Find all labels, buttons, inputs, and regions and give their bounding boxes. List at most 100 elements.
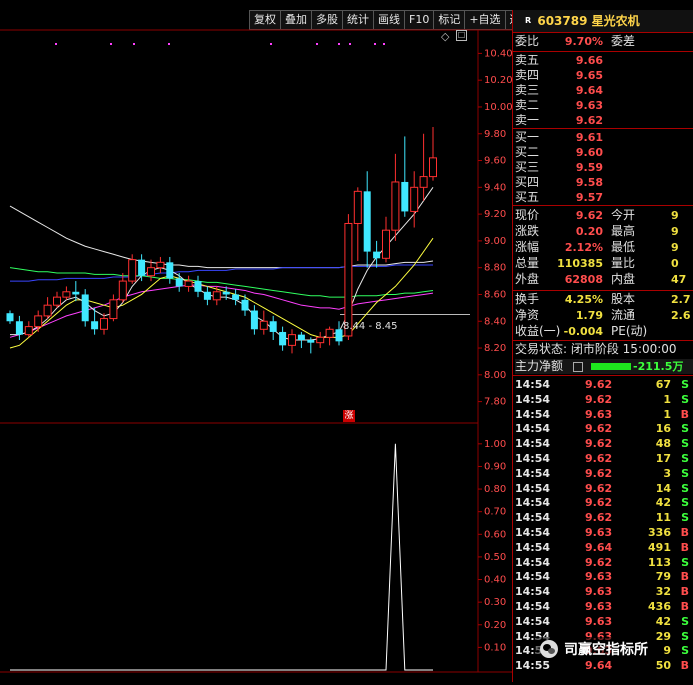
tick-volume: 9	[663, 644, 671, 658]
tick-side: S	[681, 511, 689, 525]
candle-body	[203, 291, 211, 300]
bids-label: 买五	[515, 190, 540, 204]
y-tick-label: 8.40	[484, 316, 506, 327]
stat-row: 换手 4.25% 股本 2.7	[515, 292, 693, 307]
bids-label: 买二	[515, 145, 540, 159]
candle-body	[335, 329, 343, 342]
stat-value-2: 47	[671, 273, 687, 286]
sub-tick-label: 0.40	[484, 575, 506, 586]
weibi-row: 委比 9.70% 委差	[515, 34, 693, 49]
stat-value-2: 9	[671, 241, 679, 254]
tick-side: B	[680, 585, 689, 599]
candle-body	[128, 259, 137, 282]
tick-row: 14:54 9.62 67 S	[515, 377, 691, 392]
candle-body	[24, 326, 33, 336]
candle-body	[138, 259, 146, 276]
candle-body	[53, 296, 61, 306]
tick-time: 14:54	[515, 555, 551, 569]
stat-value: 2.12%	[564, 241, 603, 254]
candle-body	[15, 321, 23, 335]
candle-body	[288, 334, 296, 346]
collapse-icon[interactable]: □	[456, 30, 467, 41]
asks-label: 卖二	[515, 98, 540, 112]
candle-body	[194, 281, 202, 292]
trade-status: 交易状态: 闭市阶段 15:00:00	[515, 342, 693, 357]
tick-time: 14:54	[515, 614, 551, 628]
signal-dot	[349, 43, 351, 45]
tick-price: 9.63	[585, 526, 613, 539]
tick-row: 14:54 9.63 1 B	[515, 407, 691, 422]
tick-time: 14:54	[515, 511, 551, 525]
candle-body	[109, 299, 118, 320]
tick-side: S	[681, 629, 689, 643]
candle-body	[72, 291, 80, 295]
tick-volume: 336	[648, 526, 671, 539]
tick-side: S	[681, 378, 689, 391]
bids-price: 9.57	[575, 191, 603, 204]
candle-body	[184, 280, 193, 287]
weibi-label: 委比	[515, 34, 540, 48]
candle-body	[212, 291, 221, 301]
stat-label: 涨跌	[515, 224, 540, 238]
bids-price: 9.59	[575, 161, 603, 174]
tick-row: 14:54 9.64 491 B	[515, 540, 691, 555]
sub-tick-label: 0.30	[484, 597, 506, 608]
bids-row: 买四 9.58	[515, 175, 693, 190]
signal-dot	[133, 43, 135, 45]
tick-side: S	[681, 422, 689, 436]
tick-volume: 79	[655, 570, 671, 584]
signal-dot	[316, 43, 318, 45]
stat-label: 涨幅	[515, 240, 540, 254]
main-force-icon[interactable]	[573, 362, 583, 372]
diamond-icon[interactable]: ◇	[441, 30, 449, 43]
stat-label-2: 量比	[611, 256, 636, 270]
bids-row: 买五 9.57	[515, 190, 693, 205]
bids-price: 9.61	[575, 131, 603, 144]
candle-body	[373, 251, 381, 259]
bids-row: 买一 9.61	[515, 130, 693, 145]
stat-value-2: 9	[671, 209, 679, 222]
sub-tick-label: 0.80	[484, 484, 506, 495]
tick-side: B	[680, 659, 689, 673]
candle-body	[100, 318, 108, 330]
candle-body	[363, 191, 371, 252]
sub-tick-label: 0.90	[484, 461, 506, 472]
tick-side: B	[680, 526, 689, 539]
tick-side: B	[680, 600, 689, 613]
r-badge: R	[525, 16, 532, 25]
tick-price: 9.63	[585, 614, 613, 628]
stat-value: 1.79	[575, 309, 603, 322]
sub-line-0	[10, 443, 433, 671]
tick-side: B	[680, 570, 689, 584]
tick-time: 14:54	[515, 526, 551, 539]
stat-label: 收益(一)	[515, 324, 561, 338]
tick-row: 14:54 9.63 42 S	[515, 614, 691, 629]
candle-body	[43, 304, 52, 317]
tick-row: 14:54 9.62 3 S	[515, 466, 691, 481]
candle-body	[401, 181, 409, 212]
stock-title: R 603789 星光农机	[513, 10, 693, 32]
tick-time: 14:54	[515, 437, 551, 451]
tick-row: 14:54 9.62 16 S	[515, 421, 691, 436]
y-tick-label: 10.40	[484, 48, 512, 59]
tick-volume: 50	[655, 659, 671, 673]
asks-row: 卖五 9.66	[515, 53, 693, 68]
stat-value-2: 2.6	[671, 309, 691, 322]
kline-chart[interactable]: 10.40 10.20 10.00 9.80 9.60 9.40 9.20 9.00 8.80 8…	[0, 0, 512, 685]
signal-dot	[338, 43, 340, 45]
signal-dot	[374, 43, 376, 45]
y-tick-label: 9.20	[484, 209, 506, 220]
stat-value-2: 9	[671, 225, 679, 238]
tick-volume: 113	[648, 555, 671, 569]
stat-label-2: 今开	[611, 208, 636, 222]
tick-time: 14:54	[515, 496, 551, 510]
candle-body	[250, 310, 258, 330]
tick-time: 14:54	[515, 585, 551, 599]
tick-row: 14:54 9.62 42 S	[515, 495, 691, 510]
candle-body	[307, 340, 315, 343]
tick-price: 9.62	[585, 437, 613, 451]
wechat-icon	[540, 640, 558, 658]
stat-label-2: 最高	[611, 224, 636, 238]
asks-price: 9.63	[575, 99, 603, 112]
asks-price: 9.62	[575, 114, 603, 127]
